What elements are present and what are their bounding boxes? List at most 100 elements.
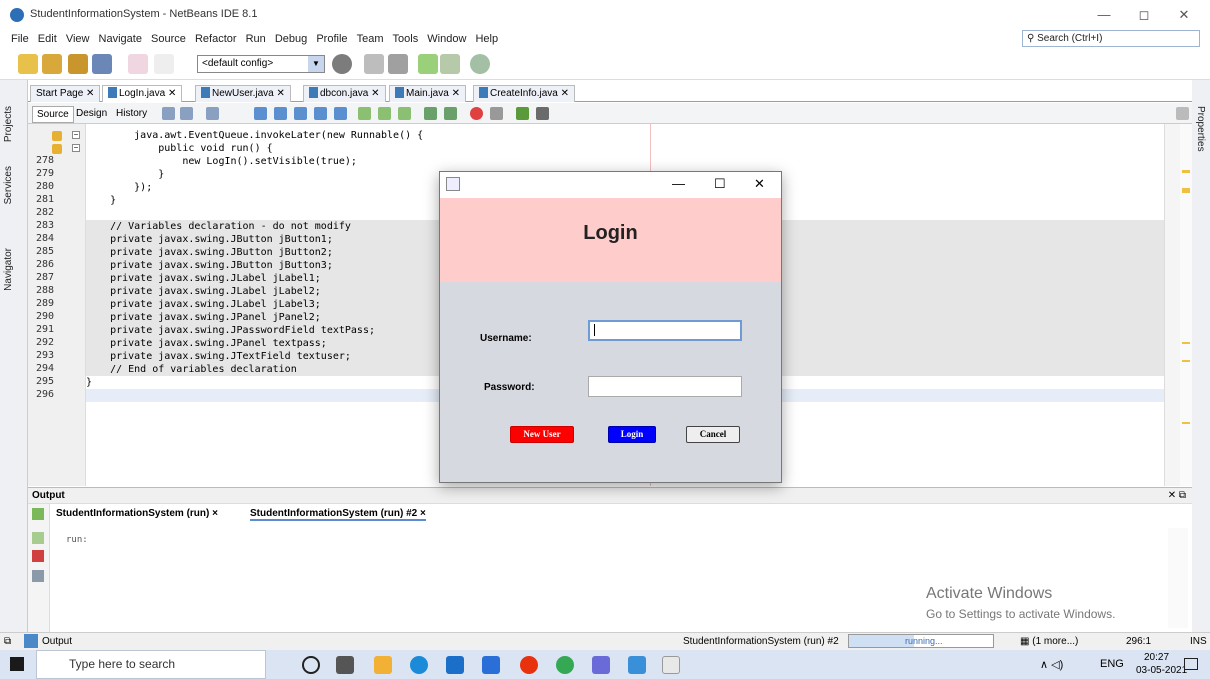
warning-mark[interactable] (1182, 422, 1190, 424)
tab-source[interactable]: Source (32, 106, 74, 123)
taskbar-search[interactable]: Type here to search (36, 650, 266, 679)
undo-icon[interactable] (128, 54, 148, 74)
username-field[interactable] (588, 320, 742, 341)
find-prev-icon[interactable] (274, 107, 287, 120)
warning-mark[interactable] (1182, 188, 1190, 193)
back-icon[interactable] (162, 107, 175, 120)
uncomment-icon[interactable] (536, 107, 549, 120)
tray-icons[interactable]: ∧ ◁) (1040, 658, 1063, 671)
status-task[interactable]: StudentInformationSystem (run) #2 (683, 633, 839, 650)
find-icon[interactable] (254, 107, 267, 120)
forward-icon[interactable] (180, 107, 193, 120)
tab-properties[interactable]: Properties (1195, 106, 1206, 152)
tab-services[interactable]: Services (3, 166, 14, 204)
tab-dbcon-java[interactable]: dbcon.java ✕ (303, 85, 386, 102)
cortana-icon[interactable] (302, 656, 320, 674)
editor-scrollbar[interactable] (1164, 124, 1180, 486)
toggle-bookmark-icon[interactable] (398, 107, 411, 120)
open-project-icon[interactable] (68, 54, 88, 74)
record-macro-icon[interactable] (470, 107, 483, 120)
code-line[interactable]: public void run() { (86, 142, 1164, 155)
redo-icon[interactable] (154, 54, 174, 74)
file-explorer-icon[interactable] (374, 656, 392, 674)
tab-run[interactable]: StudentInformationSystem (run) × (56, 508, 218, 519)
dialog-maximize-button[interactable]: ☐ (714, 176, 726, 192)
run-icon[interactable] (418, 54, 438, 74)
chrome-icon[interactable] (556, 656, 574, 674)
rerun-icon[interactable] (32, 508, 44, 520)
hint-bulb-icon[interactable] (52, 144, 62, 154)
shift-left-icon[interactable] (424, 107, 437, 120)
status-more[interactable]: ▦ (1 more...) (1020, 633, 1078, 650)
hint-bulb-icon[interactable] (52, 131, 62, 141)
rerun-with-params-icon[interactable] (32, 532, 44, 544)
shift-right-icon[interactable] (444, 107, 457, 120)
tab-newuser-java[interactable]: NewUser.java ✕ (195, 85, 291, 102)
tab-start-page[interactable]: Start Page ✕ (30, 85, 101, 102)
windows-start-icon[interactable] (10, 657, 24, 671)
close-icon[interactable]: ✕ ⧉ (1168, 488, 1186, 503)
menu-team[interactable]: Team (354, 30, 387, 48)
clock-date[interactable]: 03-05-2021 (1136, 665, 1187, 676)
stop-icon[interactable] (32, 550, 44, 562)
menu-source[interactable]: Source (148, 30, 189, 48)
new-user-button[interactable]: New User (510, 426, 574, 443)
tab-navigator[interactable]: Navigator (3, 248, 14, 291)
minimize-button[interactable]: — (1086, 2, 1122, 28)
tab-projects[interactable]: Projects (3, 106, 14, 142)
config-select[interactable]: <default config> ▼ (197, 55, 325, 73)
debug-icon[interactable] (440, 54, 460, 74)
tab-design[interactable]: Design (72, 106, 111, 121)
save-all-icon[interactable] (92, 54, 112, 74)
warning-mark[interactable] (1182, 360, 1190, 362)
edge-icon[interactable] (410, 656, 428, 674)
code-line[interactable]: new LogIn().setVisible(true); (86, 155, 1164, 168)
globe-icon[interactable] (332, 54, 352, 74)
menu-profile[interactable]: Profile (313, 30, 350, 48)
menu-help[interactable]: Help (472, 30, 501, 48)
mail-icon[interactable] (446, 656, 464, 674)
tab-createinfo-java[interactable]: CreateInfo.java ✕ (473, 85, 575, 102)
menu-tools[interactable]: Tools (390, 30, 422, 48)
close-icon[interactable]: ✕ (168, 88, 176, 99)
maximize-button[interactable]: ◻ (1126, 2, 1162, 28)
prev-bookmark-icon[interactable] (358, 107, 371, 120)
tab-run-2[interactable]: StudentInformationSystem (run) #2 × (250, 508, 426, 521)
status-output-tab[interactable]: Output (42, 633, 72, 650)
hammer-icon[interactable] (364, 54, 384, 74)
menu-navigate[interactable]: Navigate (96, 30, 145, 48)
tab-main-java[interactable]: Main.java ✕ (389, 85, 466, 102)
dialog-minimize-button[interactable]: — (672, 176, 685, 191)
close-icon[interactable]: ✕ (371, 88, 379, 99)
warning-mark[interactable] (1182, 342, 1190, 344)
split-icon[interactable] (1176, 107, 1189, 120)
visual-studio-icon[interactable] (592, 656, 610, 674)
next-bookmark-icon[interactable] (378, 107, 391, 120)
dialog-close-button[interactable]: ✕ (754, 176, 765, 192)
new-file-icon[interactable] (18, 54, 38, 74)
opera-icon[interactable] (520, 656, 538, 674)
tab-history[interactable]: History (112, 106, 151, 121)
close-icon[interactable]: ✕ (452, 88, 460, 99)
netbeans-taskbar-icon[interactable] (628, 656, 646, 674)
menu-file[interactable]: File (8, 30, 32, 48)
close-icon[interactable]: ✕ (276, 88, 284, 99)
menu-window[interactable]: Window (424, 30, 469, 48)
toggle-rect-icon[interactable] (334, 107, 347, 120)
code-line[interactable]: java.awt.EventQueue.invokeLater(new Runn… (86, 129, 1164, 142)
close-icon[interactable]: × (212, 508, 218, 519)
search-input[interactable]: ⚲ Search (Ctrl+I) (1022, 30, 1200, 47)
cancel-button[interactable]: Cancel (686, 426, 740, 443)
last-edit-icon[interactable] (206, 107, 219, 120)
menu-edit[interactable]: Edit (35, 30, 60, 48)
task-view-icon[interactable] (336, 656, 354, 674)
fold-toggle-icon[interactable]: − (72, 131, 80, 139)
menu-refactor[interactable]: Refactor (192, 30, 240, 48)
fold-toggle-icon[interactable]: − (72, 144, 80, 152)
menu-debug[interactable]: Debug (272, 30, 310, 48)
profile-icon[interactable] (470, 54, 490, 74)
output-scrollbar[interactable] (1168, 528, 1188, 628)
password-field[interactable] (588, 376, 742, 397)
language-indicator[interactable]: ENG (1100, 658, 1124, 670)
login-button[interactable]: Login (608, 426, 656, 443)
